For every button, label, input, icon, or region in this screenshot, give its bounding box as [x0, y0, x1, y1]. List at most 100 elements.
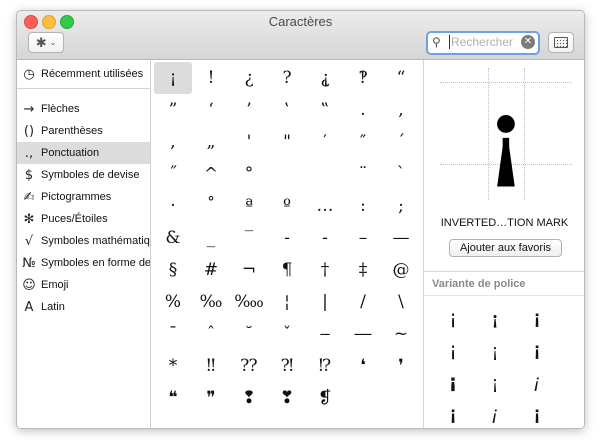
character-cell[interactable]: / — [344, 286, 382, 318]
character-cell[interactable]: ❡ — [306, 382, 344, 414]
character-cell[interactable]: ¿ — [230, 62, 268, 94]
search-input[interactable]: Rechercher — [449, 35, 517, 49]
character-cell[interactable]: : — [344, 190, 382, 222]
character-cell[interactable]: § — [154, 254, 192, 286]
character-cell[interactable]: ´ — [382, 126, 420, 158]
character-cell[interactable]: – — [344, 222, 382, 254]
font-variant-cell[interactable]: ¡ — [522, 304, 552, 332]
character-cell[interactable]: ‘ — [192, 94, 230, 126]
character-cell[interactable]: ˝ — [154, 158, 192, 190]
character-cell[interactable]: ‟ — [306, 94, 344, 126]
character-cell[interactable]: _ — [192, 222, 230, 254]
character-cell[interactable]: ° — [230, 158, 268, 190]
character-cell[interactable]: ⁈ — [268, 350, 306, 382]
character-cell[interactable]: ¬ — [230, 254, 268, 286]
character-cell[interactable]: , — [382, 94, 420, 126]
character-cell[interactable]: ‡ — [344, 254, 382, 286]
font-variant-cell[interactable]: ¡ — [438, 304, 468, 332]
font-variant-cell[interactable]: ¡ — [438, 400, 468, 428]
sidebar-item-currency[interactable]: $ Symboles de devise — [17, 164, 150, 186]
character-cell[interactable]: @ — [382, 254, 420, 286]
keyboard-viewer-button[interactable] — [548, 32, 574, 53]
font-variant-cell[interactable]: ¡ — [480, 400, 510, 428]
character-cell[interactable]: # — [192, 254, 230, 286]
character-cell[interactable]: ′ — [306, 126, 344, 158]
character-cell[interactable]: † — [306, 254, 344, 286]
font-variant-cell[interactable]: ¡ — [438, 368, 468, 396]
character-cell[interactable]: ‽ — [344, 62, 382, 94]
character-cell[interactable]: | — [306, 286, 344, 318]
character-cell[interactable]: „ — [192, 126, 230, 158]
character-cell[interactable]: \ — [382, 286, 420, 318]
clear-search-icon[interactable]: ✕ — [521, 35, 535, 49]
sidebar-item-recent[interactable]: ◷ Récemment utilisées — [17, 63, 150, 85]
character-cell[interactable]: “ — [382, 62, 420, 94]
character-cell[interactable]: ❛ — [344, 350, 382, 382]
character-cell[interactable]: ¡ — [154, 62, 192, 94]
character-cell[interactable]: % — [154, 286, 192, 318]
character-cell[interactable]: . — [344, 94, 382, 126]
character-cell[interactable] — [344, 382, 382, 414]
font-variant-cell[interactable]: ¡ — [480, 304, 510, 332]
sidebar-item-arrows[interactable]: → Flèches — [17, 98, 150, 120]
character-cell[interactable]: ‑ — [306, 222, 344, 254]
sidebar-item-letterlike[interactable]: № Symboles en forme de lettre — [17, 252, 150, 274]
search-field[interactable]: ⚲ Rechercher ✕ — [426, 31, 540, 55]
sidebar-item-pictographs[interactable]: ✍ Pictogrammes — [17, 186, 150, 208]
character-cell[interactable]: ❝ — [154, 382, 192, 414]
character-cell[interactable]: ? — [268, 62, 306, 94]
character-cell[interactable]: ‼ — [192, 350, 230, 382]
character-cell[interactable]: ! — [192, 62, 230, 94]
character-cell[interactable]: ª — [230, 190, 268, 222]
character-cell[interactable]: ¶ — [268, 254, 306, 286]
sidebar-item-math[interactable]: √ Symboles mathématiques — [17, 230, 150, 252]
character-cell[interactable]: ~ — [382, 318, 420, 350]
character-cell[interactable]: ^ — [192, 158, 230, 190]
character-cell[interactable]: ‛ — [268, 94, 306, 126]
character-cell[interactable]: ‒ — [306, 318, 344, 350]
character-cell[interactable]: * — [154, 350, 192, 382]
character-cell[interactable]: · — [154, 190, 192, 222]
character-cell[interactable]: ¦ — [268, 286, 306, 318]
font-variant-cell[interactable]: ¡ — [480, 336, 510, 364]
character-cell[interactable]: ❣ — [268, 382, 306, 414]
font-variant-cell[interactable]: ¡ — [480, 368, 510, 396]
sidebar-item-bullets-stars[interactable]: ✻ Puces/Étoiles — [17, 208, 150, 230]
character-cell[interactable]: ; — [382, 190, 420, 222]
sidebar-item-emoji[interactable]: ☺ Emoji — [17, 274, 150, 296]
action-menu-button[interactable]: ✱ ⌄ — [28, 32, 64, 53]
character-cell[interactable]: ❞ — [192, 382, 230, 414]
character-cell[interactable]: ❢ — [230, 382, 268, 414]
character-cell[interactable]: ‱ — [230, 286, 268, 318]
font-variant-cell[interactable]: ¡ — [522, 336, 552, 364]
character-cell[interactable]: — — [382, 222, 420, 254]
character-cell[interactable]: ” — [154, 94, 192, 126]
character-cell[interactable] — [382, 382, 420, 414]
character-cell[interactable]: ⸘ — [306, 62, 344, 94]
character-cell[interactable]: ` — [382, 158, 420, 190]
sidebar-item-punctuation[interactable]: ., Ponctuation — [17, 142, 150, 164]
character-cell[interactable]: ″ — [344, 126, 382, 158]
character-cell[interactable]: ' — [230, 126, 268, 158]
character-cell[interactable]: … — [306, 190, 344, 222]
character-cell[interactable]: ˚ — [192, 190, 230, 222]
character-cell[interactable]: ‾ — [230, 222, 268, 254]
character-cell[interactable]: ˉ — [154, 318, 192, 350]
font-variant-cell[interactable]: ¡ — [522, 400, 552, 428]
character-cell[interactable]: ’ — [230, 94, 268, 126]
character-cell[interactable]: ⁉ — [306, 350, 344, 382]
character-cell[interactable]: , — [154, 126, 192, 158]
character-cell[interactable] — [268, 158, 306, 190]
character-cell[interactable]: º — [268, 190, 306, 222]
character-cell[interactable]: ‰ — [192, 286, 230, 318]
sidebar-item-latin[interactable]: A Latin — [17, 296, 150, 318]
character-cell[interactable] — [306, 158, 344, 190]
add-to-favorites-button[interactable]: Ajouter aux favoris — [449, 239, 562, 257]
sidebar-item-parentheses[interactable]: () Parenthèses — [17, 120, 150, 142]
character-cell[interactable]: ❜ — [382, 350, 420, 382]
character-cell[interactable]: ¨ — [344, 158, 382, 190]
character-cell[interactable]: ˆ — [192, 318, 230, 350]
character-cell[interactable]: ˘ — [230, 318, 268, 350]
character-cell[interactable]: ‐ — [268, 222, 306, 254]
character-cell[interactable]: " — [268, 126, 306, 158]
